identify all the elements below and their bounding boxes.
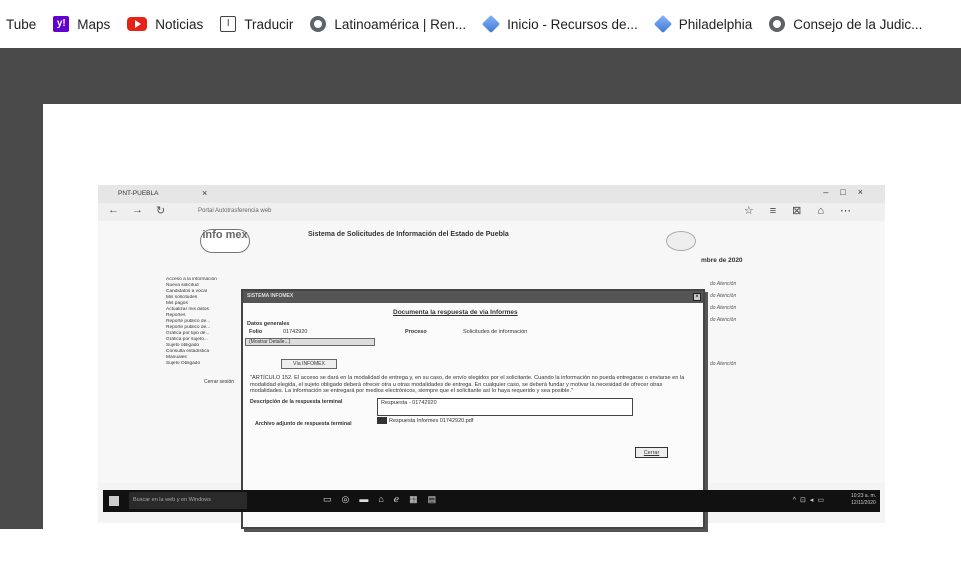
bookmark-label: Latinoamérica | Ren... (334, 16, 467, 32)
attachment-link: Respuesta Informes 01742920.pdf (377, 417, 473, 424)
scan-taskbar: Buscar en la web y en Windows ▭◎▬⌂ℯ▦▤ ^⊡… (103, 490, 880, 512)
taskbar-search: Buscar en la web y en Windows (129, 492, 247, 509)
folio-label: Folio (249, 329, 263, 335)
close-icon: × (693, 293, 701, 301)
close-icon: × (202, 188, 208, 198)
bookmark-tube[interactable]: Tube (6, 17, 36, 32)
folio-value: 01742920 (283, 329, 308, 335)
document-page: PNT-PUEBLA × –□× ← → ↻ Portal Autotrasfe… (43, 104, 961, 577)
show-detail-button: (Mostrar Detalle...) (245, 338, 375, 346)
right-link: do Atención (710, 281, 737, 287)
proceso-value: Solicitudes de información (463, 329, 528, 335)
document-viewer: PNT-PUEBLA × –□× ← → ↻ Portal Autotrasfe… (0, 48, 961, 577)
attachment-label: Archivo adjunto de respuesta terminal (255, 421, 352, 427)
proceso-label: Proceso (405, 329, 427, 335)
infomex-logo: info mex (200, 229, 250, 253)
bookmark-noticias[interactable]: Noticias (127, 17, 203, 32)
taskbar-app-icons: ▭◎▬⌂ℯ▦▤ (323, 494, 447, 504)
cube-icon (653, 14, 672, 34)
taskbar-clock: 10:23 a. m. 12/11/2020 (851, 493, 876, 507)
youtube-icon (127, 17, 148, 31)
right-link: do Atención (710, 305, 737, 311)
bookmark-label: Philadelphia (678, 16, 753, 32)
side-menu: Acceso a la información Nueva solicitud … (166, 277, 250, 367)
bookmark-philadelphia[interactable]: Philadelphia (653, 14, 753, 34)
forward-icon: → (132, 204, 143, 216)
right-link: do Atención (710, 317, 737, 323)
logout-link: Cerrar sesión (204, 379, 235, 385)
scan-tab-bar: PNT-PUEBLA × –□× (98, 185, 885, 203)
bookmarks-bar: Tube y! Maps Noticias I Traducir Latinoamé… (0, 0, 961, 48)
dialog-header-label: SISTEMA INFOMEX (247, 293, 294, 299)
bookmark-label: Tube (6, 16, 37, 32)
header-date: mbre de 2020 (701, 257, 743, 264)
scan-url: Portal Autotrasferencia web (198, 208, 272, 214)
back-icon: ← (108, 204, 119, 216)
dialog-header: SISTEMA INFOMEX × (243, 291, 703, 303)
bookmark-label: Noticias (155, 16, 204, 32)
site-title: Sistema de Solicitudes de Información de… (308, 231, 509, 238)
right-link: do Atención (710, 293, 737, 299)
article-text: "ARTÍCULO 152. El acceso se dará en la m… (250, 375, 685, 394)
clock-date: 12/11/2020 (851, 500, 876, 506)
bookmark-label: Inicio - Recursos de... (507, 16, 638, 32)
institution-logo (666, 231, 696, 251)
globe-icon (769, 16, 786, 32)
dialog-title: Documenta la respuesta de via Informes (393, 309, 518, 316)
yahoo-icon: y! (53, 16, 70, 32)
scan-tab-title: PNT-PUEBLA (118, 190, 159, 197)
translate-icon: I (220, 16, 237, 32)
system-tray-icons: ^⊡◂▭ (792, 497, 828, 504)
bookmark-label: Consejo de la Judic... (793, 16, 923, 32)
right-link: do Atención (710, 361, 737, 367)
bookmark-traducir[interactable]: I Traducir (220, 16, 293, 32)
globe-icon (310, 16, 327, 32)
via-infomex-button: Vía INFOMEX (281, 359, 337, 369)
clock-time: 10:23 a. m. (850, 493, 876, 499)
description-field: Respuesta - 01742920 (377, 398, 633, 416)
refresh-icon: ↻ (156, 205, 166, 217)
scan-nav-bar: ← → ↻ Portal Autotrasferencia web ☆≡⊠⌂⋯ (98, 203, 885, 221)
window-controls-icon: –□× (823, 187, 875, 197)
scanned-screenshot: PNT-PUEBLA × –□× ← → ↻ Portal Autotrasfe… (98, 185, 885, 529)
windows-start-icon (109, 496, 119, 506)
attachment-filename: Respuesta Informes 01742920.pdf (389, 417, 474, 424)
bookmark-maps[interactable]: y! Maps (53, 16, 110, 32)
bookmark-consejo[interactable]: Consejo de la Judic... (769, 16, 922, 32)
browser-toolbar-icons: ☆≡⊠⌂⋯ (743, 205, 867, 217)
menu-item: Sujeto Obligado (166, 361, 201, 366)
cube-icon (482, 14, 501, 34)
bookmark-label: Traducir (244, 16, 294, 32)
bookmark-inicio-recursos[interactable]: Inicio - Recursos de... (482, 14, 638, 34)
file-icon (377, 417, 387, 424)
section-heading: Datos generales (247, 321, 290, 327)
bookmark-latinoamerica[interactable]: Latinoamérica | Ren... (310, 16, 466, 32)
bookmark-label: Maps (77, 16, 111, 32)
description-label: Descripción de la respuesta terminal (250, 399, 343, 405)
close-button: Cerrar (635, 447, 668, 458)
